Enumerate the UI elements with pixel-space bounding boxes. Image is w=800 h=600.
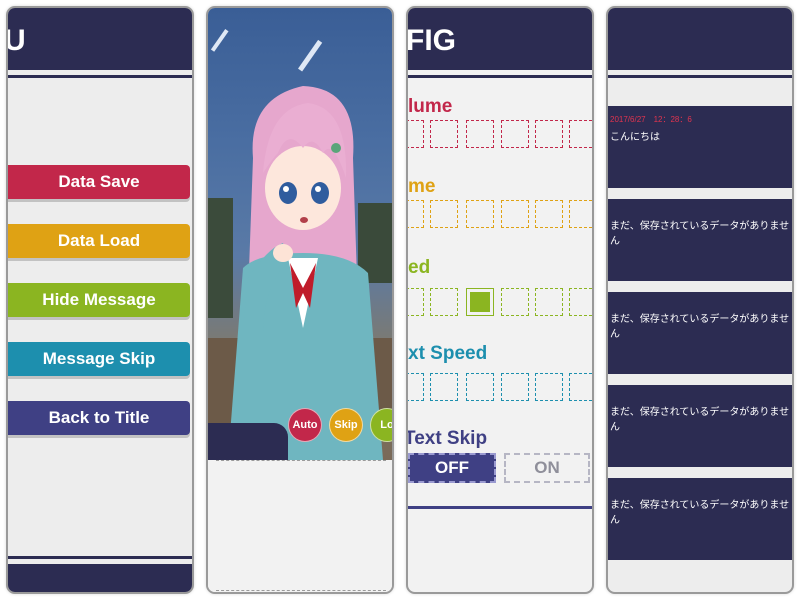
footer-divider xyxy=(408,506,592,509)
save-slot-text: まだ、保存されているデータがありません xyxy=(610,500,790,526)
slider-cell[interactable] xyxy=(466,373,494,401)
slider-cell[interactable] xyxy=(569,373,592,401)
se-volume-slider[interactable] xyxy=(408,200,592,230)
slider-cell[interactable] xyxy=(569,200,592,228)
save-slot-text: まだ、保存されているデータがありません xyxy=(610,314,790,340)
se-volume-label: me xyxy=(408,176,436,197)
save-slot-2[interactable]: まだ、保存されているデータがありません xyxy=(608,199,792,281)
menu-header: U xyxy=(8,8,192,70)
game-scene[interactable]: Auto Skip Lo xyxy=(208,8,392,460)
slider-cell[interactable] xyxy=(569,288,592,316)
slider-cell[interactable] xyxy=(408,200,424,228)
slider-cell[interactable] xyxy=(408,288,424,316)
auto-speed-slider[interactable] xyxy=(408,288,592,318)
name-box xyxy=(208,423,288,460)
slider-cell[interactable] xyxy=(501,200,529,228)
footer-divider xyxy=(8,556,192,559)
config-title: FIG xyxy=(406,24,456,57)
slider-cell[interactable] xyxy=(466,120,494,148)
auto-speed-label: ed xyxy=(408,257,431,278)
text-speed-slider[interactable] xyxy=(408,373,592,403)
menu-footer xyxy=(8,564,192,592)
menu-title: U xyxy=(6,24,26,57)
bgm-volume-label: lume xyxy=(408,96,453,117)
bgm-volume-slider[interactable] xyxy=(408,120,592,150)
slider-cell[interactable] xyxy=(569,120,592,148)
text-speed-label: xt Speed xyxy=(408,343,488,364)
config-panel: FIG lume me ed xt Speed Text Skip OFF ON xyxy=(406,6,594,594)
slider-cell[interactable] xyxy=(501,288,529,316)
save-slot-3[interactable]: まだ、保存されているデータがありません xyxy=(608,292,792,374)
header-divider xyxy=(608,75,792,78)
config-header: FIG xyxy=(408,8,592,70)
text-skip-on-toggle[interactable]: ON xyxy=(504,453,590,483)
back-to-title-button[interactable]: Back to Title xyxy=(8,401,190,435)
slider-cell[interactable] xyxy=(408,373,424,401)
slider-cell[interactable] xyxy=(408,120,424,148)
message-border-bottom xyxy=(216,590,386,591)
auto-button[interactable]: Auto xyxy=(288,408,322,442)
slider-cell[interactable] xyxy=(430,120,458,148)
save-slot-4[interactable]: まだ、保存されているデータがありません xyxy=(608,385,792,467)
slider-cell[interactable] xyxy=(501,373,529,401)
message-border-top xyxy=(216,460,386,461)
save-slot-5[interactable]: まだ、保存されているデータがありません xyxy=(608,478,792,560)
slider-cell[interactable] xyxy=(535,288,563,316)
save-slot-1[interactable]: 2017/6/27 12：28：6 こんにちは xyxy=(608,106,792,188)
menu-panel: U Data Save Data Load Hide Message Messa… xyxy=(6,6,194,594)
slider-cell[interactable] xyxy=(430,200,458,228)
slider-cell[interactable] xyxy=(501,120,529,148)
slider-cell[interactable] xyxy=(430,288,458,316)
data-load-button[interactable]: Data Load xyxy=(8,224,190,258)
save-slot-text: まだ、保存されているデータがありません xyxy=(610,221,790,247)
game-panel: Auto Skip Lo xyxy=(206,6,394,594)
slider-cell[interactable] xyxy=(535,373,563,401)
save-panel: 2017/6/27 12：28：6 こんにちは まだ、保存されているデータがあり… xyxy=(606,6,794,594)
save-slot-date: 2017/6/27 12：28：6 xyxy=(610,115,692,124)
hide-message-button[interactable]: Hide Message xyxy=(8,283,190,317)
skip-button[interactable]: Skip xyxy=(329,408,363,442)
save-header xyxy=(608,8,792,70)
slider-cell[interactable] xyxy=(466,200,494,228)
slider-cell[interactable] xyxy=(466,288,494,316)
text-skip-off-toggle[interactable]: OFF xyxy=(408,453,496,483)
save-slot-text: こんにちは xyxy=(610,132,660,143)
message-skip-button[interactable]: Message Skip xyxy=(8,342,190,376)
text-skip-label: Text Skip xyxy=(406,428,488,449)
slider-cell[interactable] xyxy=(430,373,458,401)
header-divider xyxy=(408,75,592,78)
message-window[interactable] xyxy=(208,460,392,592)
slider-cell[interactable] xyxy=(535,200,563,228)
header-divider xyxy=(8,75,192,78)
slider-cell[interactable] xyxy=(535,120,563,148)
character-illustration xyxy=(208,29,392,460)
data-save-button[interactable]: Data Save xyxy=(8,165,190,199)
save-slot-text: まだ、保存されているデータがありません xyxy=(610,407,790,433)
